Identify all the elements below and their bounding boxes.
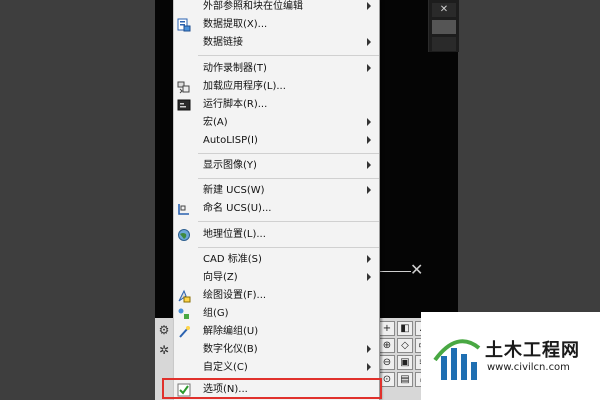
menu-item-display-image[interactable]: 显示图像(Y) — [174, 157, 379, 175]
menu-separator — [198, 55, 379, 56]
tools-menu: 外部参照和块在位编辑 数据提取(X)... 数据链接 动作录制器(T) 加载应用… — [173, 0, 380, 400]
watermark-url: www.civilcn.com — [487, 362, 570, 373]
menu-item-options[interactable]: 选项(N)... — [174, 381, 379, 399]
menu-item-label: 向导(Z) — [203, 272, 238, 283]
submenu-arrow-icon — [367, 136, 371, 144]
menu-item-named-ucs[interactable]: 命名 UCS(U)... — [174, 200, 379, 218]
named-ucs-icon — [178, 204, 189, 215]
tool-button[interactable]: ⊖ — [379, 355, 395, 370]
menu-item-autolisp[interactable]: AutoLISP(I) — [174, 132, 379, 150]
options-check-icon — [177, 383, 191, 397]
menu-item-cad-standards[interactable]: CAD 标准(S) — [174, 251, 379, 269]
tool-button[interactable]: ▤ — [397, 372, 413, 387]
ucs-cross-icon: ✕ — [410, 260, 424, 279]
palette-close-icon[interactable]: ✕ — [432, 3, 456, 17]
menu-item-label: 数据链接 — [203, 37, 243, 48]
left-background — [0, 0, 155, 400]
menu-item-label: 运行脚本(R)... — [203, 99, 268, 110]
geographic-location-icon — [178, 229, 190, 241]
watermark: 土木工程网 www.civilcn.com — [421, 312, 600, 400]
menu-item-load-application[interactable]: 加载应用程序(L)... — [174, 78, 379, 96]
tool-button[interactable]: ◧ — [397, 321, 413, 336]
menu-item-macro[interactable]: 宏(A) — [174, 114, 379, 132]
submenu-arrow-icon — [367, 118, 371, 126]
menu-item-label: 命名 UCS(U)... — [203, 203, 272, 214]
data-extraction-icon — [177, 18, 191, 32]
menu-item-action-recorder[interactable]: 动作录制器(T) — [174, 60, 379, 78]
menu-item-wizards[interactable]: 向导(Z) — [174, 269, 379, 287]
left-toolbar: ⚙ ✲ — [155, 318, 174, 400]
menu-item-label: 数字化仪(B) — [203, 344, 258, 355]
menu-separator — [198, 153, 379, 154]
menu-item-label: 绘图设置(F)... — [203, 290, 267, 301]
menu-separator — [198, 221, 379, 222]
submenu-arrow-icon — [367, 345, 371, 353]
run-script-icon — [177, 99, 191, 111]
menu-item-data-extraction[interactable]: 数据提取(X)... — [174, 16, 379, 34]
menu-separator — [198, 178, 379, 179]
menu-item-label: 数据提取(X)... — [203, 19, 268, 30]
menu-item-label: CAD 标准(S) — [203, 254, 262, 265]
menu-item-label: 显示图像(Y) — [203, 160, 257, 171]
menu-item-label: 新建 UCS(W) — [203, 185, 265, 196]
group-icon — [178, 308, 189, 319]
palette-tab[interactable] — [432, 37, 456, 51]
watermark-brand: 土木工程网 — [485, 340, 580, 361]
menu-item-ungroup[interactable]: 解除编组(U) — [174, 323, 379, 341]
tool-button[interactable]: ◇ — [397, 338, 413, 353]
ungroup-icon — [179, 326, 190, 338]
menu-item-group[interactable]: 组(G) — [174, 305, 379, 323]
menu-item-label: 加载应用程序(L)... — [203, 81, 286, 92]
menu-item-digitizer[interactable]: 数字化仪(B) — [174, 341, 379, 359]
menu-separator — [198, 247, 379, 248]
menu-item-drafting-settings[interactable]: 绘图设置(F)... — [174, 287, 379, 305]
submenu-arrow-icon — [367, 64, 371, 72]
tool-button[interactable]: ⊙ — [379, 372, 395, 387]
menu-separator — [198, 379, 379, 380]
layer-settings-icon[interactable]: ⚙ — [156, 322, 172, 338]
menu-item-label: 组(G) — [203, 308, 229, 319]
menu-item-label: AutoLISP(I) — [203, 135, 258, 146]
menu-item-label: 选项(N)... — [203, 384, 248, 395]
menu-item-run-script[interactable]: 运行脚本(R)... — [174, 96, 379, 114]
submenu-arrow-icon — [367, 255, 371, 263]
civil-engineering-logo-icon — [433, 339, 481, 380]
ucs-axis-line — [379, 271, 411, 272]
menu-item-label: 自定义(C) — [203, 362, 248, 373]
submenu-arrow-icon — [367, 38, 371, 46]
submenu-arrow-icon — [367, 161, 371, 169]
menu-item-label: 地理位置(L)... — [203, 229, 266, 240]
submenu-arrow-icon — [367, 2, 371, 10]
menu-item-label: 解除编组(U) — [203, 326, 259, 337]
submenu-arrow-icon — [367, 186, 371, 194]
submenu-arrow-icon — [367, 363, 371, 371]
menu-item-new-ucs[interactable]: 新建 UCS(W) — [174, 182, 379, 200]
menu-item-label: 动作录制器(T) — [203, 63, 267, 74]
load-application-icon — [177, 81, 190, 94]
menu-item-label: 宏(A) — [203, 117, 228, 128]
palette-tab-active[interactable] — [432, 20, 456, 34]
drafting-settings-icon — [178, 289, 191, 303]
submenu-arrow-icon — [367, 273, 371, 281]
menu-item-customize[interactable]: 自定义(C) — [174, 359, 379, 377]
menu-item-geographic-location[interactable]: 地理位置(L)... — [174, 226, 379, 244]
tool-palette: ✕ — [428, 0, 459, 52]
tool-button[interactable]: + — [379, 321, 395, 336]
tool-button[interactable]: ▣ — [397, 355, 413, 370]
menu-item-label: 外部参照和块在位编辑 — [203, 1, 303, 12]
menu-item-data-link[interactable]: 数据链接 — [174, 34, 379, 52]
settings-gear-icon[interactable]: ✲ — [156, 342, 172, 358]
menu-item-xref-edit[interactable]: 外部参照和块在位编辑 — [174, 0, 379, 16]
tool-button[interactable]: ⊕ — [379, 338, 395, 353]
